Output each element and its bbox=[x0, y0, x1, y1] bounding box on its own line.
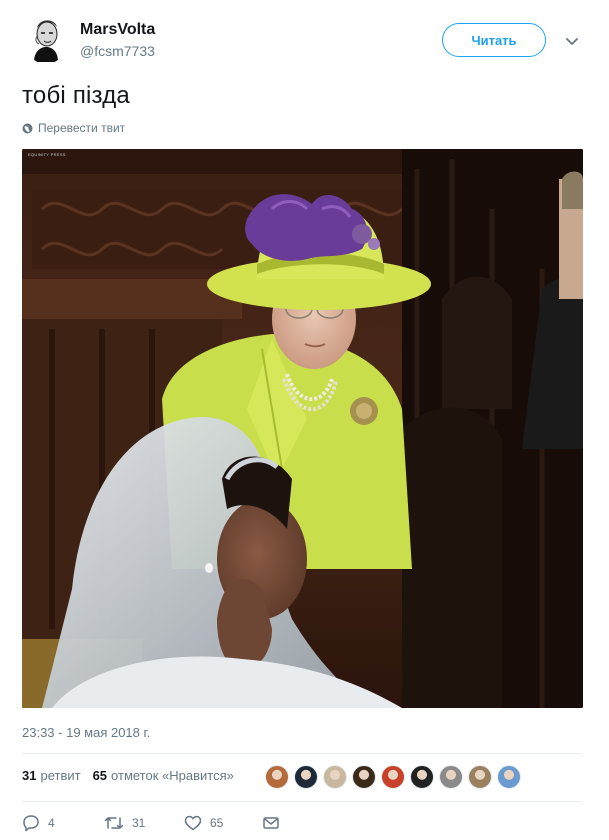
translate-link[interactable]: Перевести твит bbox=[22, 121, 125, 135]
translate-label: Перевести твит bbox=[38, 121, 126, 135]
retweet-count: 31 bbox=[22, 768, 37, 783]
like-action[interactable]: 65 bbox=[184, 814, 223, 832]
author-handle[interactable]: @fcsm7733 bbox=[80, 43, 155, 59]
tweet-stats: 31 ретвит 65 отметок «Нравится» bbox=[22, 768, 246, 783]
message-icon bbox=[263, 817, 279, 829]
tweet-timestamp[interactable]: 23:33 - 19 мая 2018 г. bbox=[22, 725, 150, 740]
chevron-down-icon[interactable] bbox=[563, 32, 581, 50]
retweet-stat[interactable]: 31 ретвит bbox=[22, 768, 81, 783]
reply-count: 4 bbox=[48, 816, 55, 830]
reply-action[interactable]: 4 bbox=[22, 814, 55, 832]
liker-avatar[interactable] bbox=[294, 765, 318, 789]
avatar[interactable] bbox=[24, 14, 68, 64]
follow-button[interactable]: Читать bbox=[442, 23, 546, 57]
tweet-text: тобі пізда bbox=[22, 82, 130, 109]
retweet-action-count: 31 bbox=[132, 816, 146, 830]
like-label: отметок «Нравится» bbox=[111, 768, 234, 783]
author-name[interactable]: MarsVolta bbox=[80, 21, 155, 39]
like-icon bbox=[184, 815, 202, 831]
photo-watermark: EQUINITY PRESS bbox=[28, 152, 66, 157]
liker-avatar[interactable] bbox=[352, 765, 376, 789]
like-action-count: 65 bbox=[210, 816, 224, 830]
liker-avatar[interactable] bbox=[439, 765, 463, 789]
reply-icon bbox=[23, 815, 39, 832]
liker-avatar[interactable] bbox=[410, 765, 434, 789]
message-action[interactable] bbox=[262, 814, 288, 832]
retweet-label: ретвит bbox=[40, 768, 81, 783]
tweet: MarsVolta @fcsm7733 Читать тобі пізда Пе… bbox=[0, 0, 609, 840]
like-stat[interactable]: 65 отметок «Нравится» bbox=[93, 768, 234, 783]
retweet-icon bbox=[104, 817, 124, 829]
divider bbox=[22, 753, 582, 754]
liker-avatar[interactable] bbox=[265, 765, 289, 789]
divider bbox=[22, 801, 582, 802]
tweet-actions: 4 31 65 bbox=[22, 814, 582, 836]
liker-avatar[interactable] bbox=[323, 765, 347, 789]
retweet-action[interactable]: 31 bbox=[104, 814, 145, 832]
likers-avatars bbox=[265, 765, 526, 789]
like-count: 65 bbox=[92, 768, 108, 783]
liker-avatar[interactable] bbox=[468, 765, 492, 789]
globe-icon bbox=[22, 123, 33, 134]
liker-avatar[interactable] bbox=[497, 765, 521, 789]
liker-avatar[interactable] bbox=[381, 765, 405, 789]
tweet-photo[interactable]: EQUINITY PRESS bbox=[22, 149, 583, 708]
